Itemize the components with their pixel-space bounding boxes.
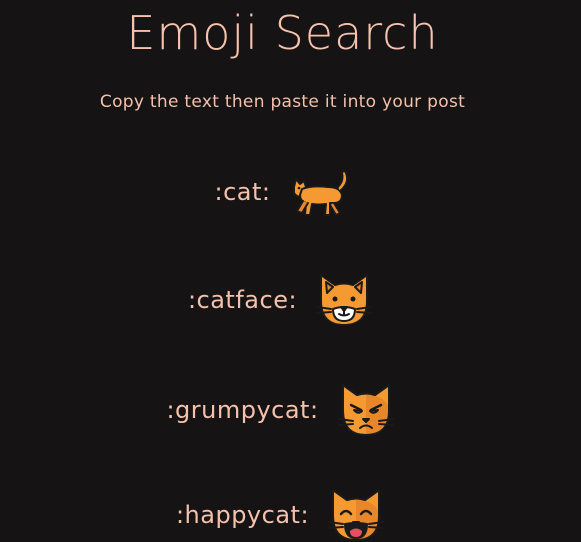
emoji-code[interactable]: :cat: xyxy=(215,178,271,206)
cat-face-icon xyxy=(316,274,373,326)
emoji-code[interactable]: :catface: xyxy=(188,286,297,314)
emoji-code[interactable]: :happycat: xyxy=(176,501,309,529)
emoji-row-catface[interactable]: :catface: xyxy=(0,265,565,335)
page-subtitle: Copy the text then paste it into your po… xyxy=(99,92,466,112)
emoji-code[interactable]: :grumpycat: xyxy=(166,396,318,424)
page-title: Emoji Search xyxy=(126,6,439,60)
emoji-row-happycat[interactable]: :happycat: xyxy=(0,480,565,542)
emoji-row-grumpycat[interactable]: :grumpycat: xyxy=(0,375,565,445)
cat-icon xyxy=(293,170,349,216)
grumpy-cat-icon xyxy=(337,384,394,436)
happy-cat-icon xyxy=(328,489,385,541)
emoji-row-cat[interactable]: :cat: xyxy=(0,157,565,227)
